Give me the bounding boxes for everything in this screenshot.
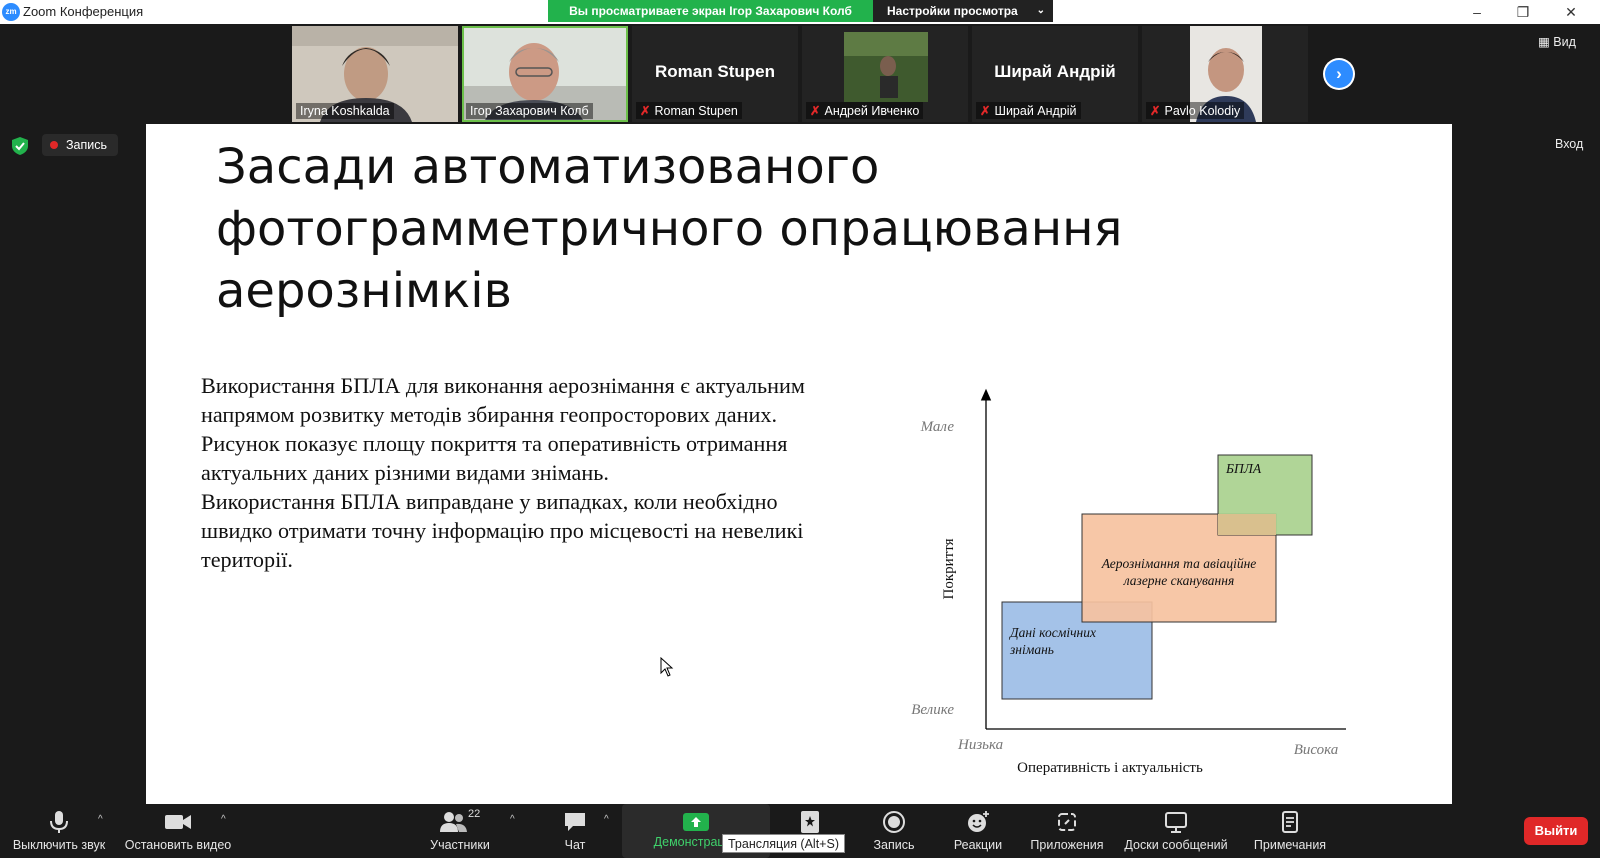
- stop-video-label: Остановить видео: [124, 838, 232, 852]
- leave-meeting-button[interactable]: Выйти: [1524, 817, 1588, 845]
- enter-button[interactable]: Вход: [1555, 137, 1583, 151]
- notes-button[interactable]: Примечания: [1244, 804, 1336, 858]
- chevron-right-icon: ›: [1325, 60, 1353, 88]
- participant-name-muted: ✗ Pavlo Kolodiy: [1146, 102, 1245, 119]
- participants-icon: [440, 812, 467, 832]
- participant-tile[interactable]: Roman Stupen ✗ Roman Stupen: [632, 26, 798, 122]
- broadcast-icon: [801, 811, 819, 833]
- participants-icon-group: 22: [430, 808, 490, 834]
- participants-label: Участники: [430, 838, 490, 852]
- chevron-down-icon: ⌄: [1036, 5, 1045, 16]
- stop-video-button[interactable]: Остановить видео: [122, 804, 234, 858]
- participant-name-muted: ✗ Ширай Андрій: [976, 102, 1081, 119]
- view-options-label: Настройки просмотра: [887, 4, 1018, 18]
- participants-caret-icon[interactable]: ^: [510, 814, 515, 825]
- participant-name: Iryna Koshkalda: [296, 103, 394, 119]
- mic-muted-icon: ✗: [1150, 104, 1161, 118]
- shared-screen-slide: Засади автоматизованого фотограмметрично…: [146, 124, 1452, 804]
- participant-tile-active[interactable]: Ігор Захарович Колб: [462, 26, 628, 122]
- record-button[interactable]: Запись: [862, 804, 926, 858]
- view-options-dropdown[interactable]: Настройки просмотра ⌄: [873, 0, 1053, 22]
- view-button-label: Вид: [1553, 35, 1576, 49]
- mute-button[interactable]: Выключить звук: [6, 804, 112, 858]
- mic-muted-icon: ✗: [980, 104, 991, 118]
- participant-name: Ігор Захарович Колб: [466, 103, 593, 119]
- share-screen-icon: [683, 813, 709, 831]
- mouse-cursor-icon: [660, 657, 674, 677]
- notes-label: Примечания: [1253, 838, 1327, 852]
- y-axis-title: Покриття: [941, 538, 957, 599]
- slide-body: Використання БПЛА для виконання аерознім…: [201, 371, 851, 574]
- x-low-label: Низька: [957, 737, 1003, 753]
- slide-paragraph: Використання БПЛА для виконання аерознім…: [201, 373, 805, 485]
- participants-button[interactable]: 22 Участники: [420, 804, 500, 858]
- participant-tile[interactable]: ✗ Андрей Ивченко: [802, 26, 968, 122]
- chat-label: Чат: [564, 838, 586, 852]
- coverage-diagram: Дані космічних знімань Аерознімання та ав…: [911, 388, 1346, 776]
- notes-icon: [1282, 811, 1298, 833]
- region-overlap: [1218, 514, 1276, 535]
- chat-bubble-icon: [565, 813, 585, 831]
- y-bottom-label: Велике: [911, 702, 954, 718]
- apps-button[interactable]: Приложения: [1026, 804, 1108, 858]
- participant-tile[interactable]: Iryna Koshkalda: [292, 26, 458, 122]
- region-label-uav: БПЛА: [1225, 461, 1262, 476]
- reactions-button[interactable]: Реакции: [946, 804, 1010, 858]
- participant-name-large: Roman Stupen: [655, 62, 775, 81]
- apps-icon: [1058, 813, 1076, 831]
- record-dot-icon: [50, 141, 58, 149]
- view-button[interactable]: ▦ Вид: [1538, 34, 1576, 49]
- y-top-label: Мале: [920, 419, 955, 435]
- screen-share-banner: Вы просматриваете экран Ігор Захарович К…: [548, 0, 873, 22]
- video-camera-icon: [165, 815, 191, 829]
- recording-label: Запись: [66, 138, 108, 152]
- audio-options-caret-icon[interactable]: ^: [98, 814, 103, 825]
- close-icon[interactable]: ✕: [1548, 0, 1594, 24]
- whiteboards-label: Доски сообщений: [1124, 838, 1228, 852]
- record-label: Запись: [873, 838, 915, 852]
- mic-muted-icon: ✗: [810, 104, 821, 118]
- minimize-icon[interactable]: –: [1454, 0, 1500, 24]
- mic-muted-icon: ✗: [640, 104, 651, 118]
- whiteboards-button[interactable]: Доски сообщений: [1120, 804, 1232, 858]
- participant-name-large: Ширай Андрій: [994, 62, 1116, 81]
- participant-tile[interactable]: ✗ Pavlo Kolodiy: [1142, 26, 1308, 122]
- x-axis-title: Оперативність і актуальність: [1017, 760, 1203, 776]
- mute-label: Выключить звук: [12, 838, 106, 852]
- share-tooltip: Трансляция (Alt+S): [722, 834, 845, 853]
- window-title: Zoom Конференция: [23, 4, 144, 19]
- record-icon: [883, 811, 905, 833]
- microphone-icon: [50, 811, 68, 833]
- recording-indicator[interactable]: Запись: [42, 134, 118, 156]
- participant-name-muted: ✗ Roman Stupen: [636, 102, 742, 119]
- shield-icon[interactable]: [12, 137, 28, 155]
- participant-tile[interactable]: Ширай Андрій ✗ Ширай Андрій: [972, 26, 1138, 122]
- whiteboard-icon: [1165, 812, 1187, 833]
- participants-count: 22: [468, 808, 481, 820]
- x-high-label: Висока: [1294, 742, 1339, 758]
- restore-icon[interactable]: ❐: [1500, 0, 1546, 24]
- next-page-button[interactable]: ›: [1323, 58, 1355, 90]
- video-options-caret-icon[interactable]: ^: [221, 814, 226, 825]
- participant-name-muted: ✗ Андрей Ивченко: [806, 102, 924, 119]
- slide-paragraph: Використання БПЛА виправдане у випадках,…: [201, 489, 804, 572]
- apps-label: Приложения: [1030, 838, 1104, 852]
- chat-caret-icon[interactable]: ^: [604, 814, 609, 825]
- chat-button[interactable]: Чат: [550, 804, 600, 858]
- smiley-icon: [968, 811, 989, 832]
- zoom-logo-icon: zm: [2, 3, 20, 21]
- reactions-label: Реакции: [953, 838, 1003, 852]
